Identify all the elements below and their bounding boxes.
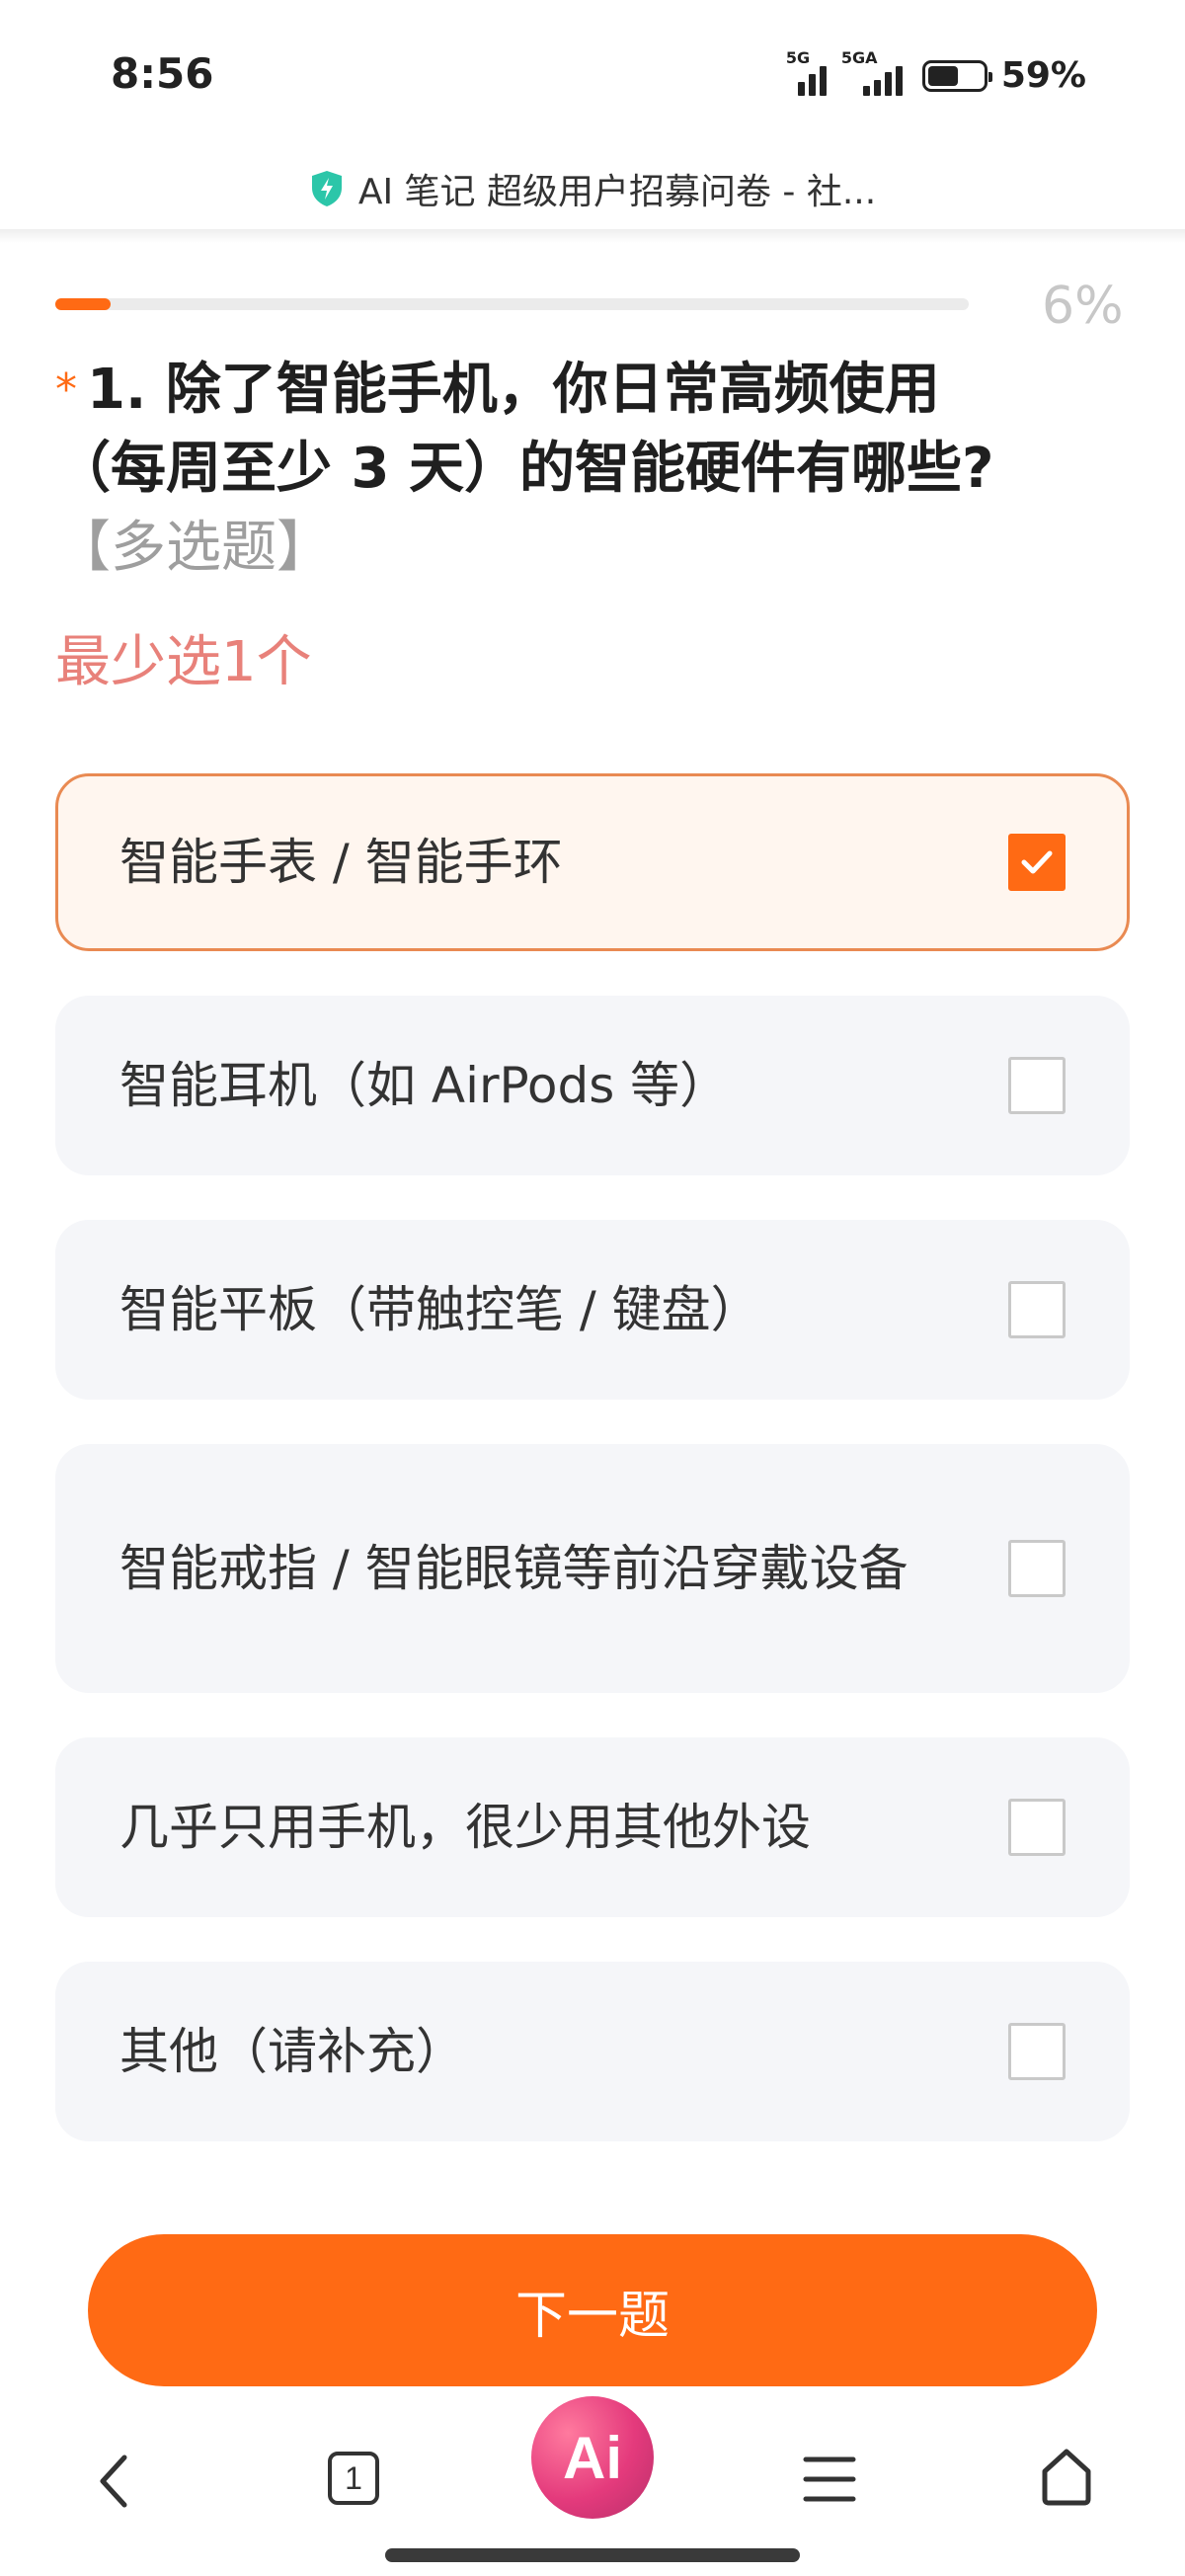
option-smartwatch[interactable]: 智能手表 / 智能手环 xyxy=(55,773,1130,951)
required-mark: * xyxy=(55,364,77,415)
status-icons: 5G 5GA 59% xyxy=(786,48,1086,97)
home-icon[interactable] xyxy=(1037,2446,1096,2509)
option-wearables[interactable]: 智能戒指 / 智能眼镜等前沿穿戴设备 xyxy=(55,1444,1130,1693)
tabs-button[interactable]: 1 xyxy=(328,2452,379,2505)
progress-fill xyxy=(55,298,111,310)
browser-bottom-nav: 1 Ai xyxy=(0,2390,1185,2576)
status-time: 8:56 xyxy=(111,49,214,98)
battery-icon xyxy=(921,59,992,92)
tab-count: 1 xyxy=(345,2459,362,2496)
signal-label: 5GA xyxy=(840,47,878,67)
min-select-hint: 最少选1个 xyxy=(55,630,312,694)
cellular-signal-icon: 5G xyxy=(786,48,830,96)
checkbox[interactable] xyxy=(1008,1057,1066,1114)
option-other[interactable]: 其他（请补充） xyxy=(55,1962,1130,2141)
options-list: 智能手表 / 智能手环 智能耳机（如 AirPods 等） 智能平板（带触控笔 … xyxy=(55,773,1130,2186)
option-label: 其他（请补充） xyxy=(119,2023,465,2080)
browser-title-bar[interactable]: AI 笔记 超级用户招募问卷 - 社... xyxy=(0,148,1185,229)
option-phone-only[interactable]: 几乎只用手机，很少用其他外设 xyxy=(55,1737,1130,1917)
ai-label: Ai xyxy=(563,2424,622,2491)
check-icon xyxy=(1021,850,1053,874)
ai-assistant-button[interactable]: Ai xyxy=(531,2396,654,2519)
option-label: 几乎只用手机，很少用其他外设 xyxy=(119,1799,811,1856)
page-title: AI 笔记 超级用户招募问卷 - 社... xyxy=(357,172,877,212)
cellular-signal-icon: 5GA xyxy=(841,48,908,96)
progress-percent: 6% xyxy=(1042,277,1124,336)
checkbox[interactable] xyxy=(1008,2023,1066,2080)
checkbox[interactable] xyxy=(1008,1281,1066,1338)
checkbox[interactable] xyxy=(1008,1540,1066,1597)
header-divider xyxy=(0,229,1185,243)
next-question-button[interactable]: 下一题 xyxy=(88,2234,1097,2386)
checkbox[interactable] xyxy=(1008,834,1066,891)
question-type: 【多选题】 xyxy=(55,516,332,580)
shield-icon xyxy=(311,171,342,206)
option-label: 智能耳机（如 AirPods 等） xyxy=(119,1057,730,1114)
back-icon[interactable] xyxy=(95,2452,134,2511)
checkbox[interactable] xyxy=(1008,1799,1066,1856)
home-indicator xyxy=(385,2548,800,2562)
menu-icon[interactable] xyxy=(802,2452,857,2507)
option-label: 智能手表 / 智能手环 xyxy=(119,834,563,891)
battery-percent: 59% xyxy=(1000,55,1086,96)
progress-bar xyxy=(55,298,969,310)
option-label: 智能平板（带触控笔 / 键盘） xyxy=(119,1281,760,1338)
option-label: 智能戒指 / 智能眼镜等前沿穿戴设备 xyxy=(119,1540,908,1597)
option-tablet[interactable]: 智能平板（带触控笔 / 键盘） xyxy=(55,1220,1130,1400)
status-bar: 8:56 5G 5GA 59% xyxy=(0,0,1185,148)
option-earphones[interactable]: 智能耳机（如 AirPods 等） xyxy=(55,996,1130,1175)
question-title: * 1. 除了智能手机，你日常高频使用（每周至少 3 天）的智能硬件有哪些? 【多… xyxy=(55,351,1043,588)
question-text: 1. 除了智能手机，你日常高频使用（每周至少 3 天）的智能硬件有哪些? xyxy=(55,358,994,501)
signal-label: 5G xyxy=(785,47,811,67)
